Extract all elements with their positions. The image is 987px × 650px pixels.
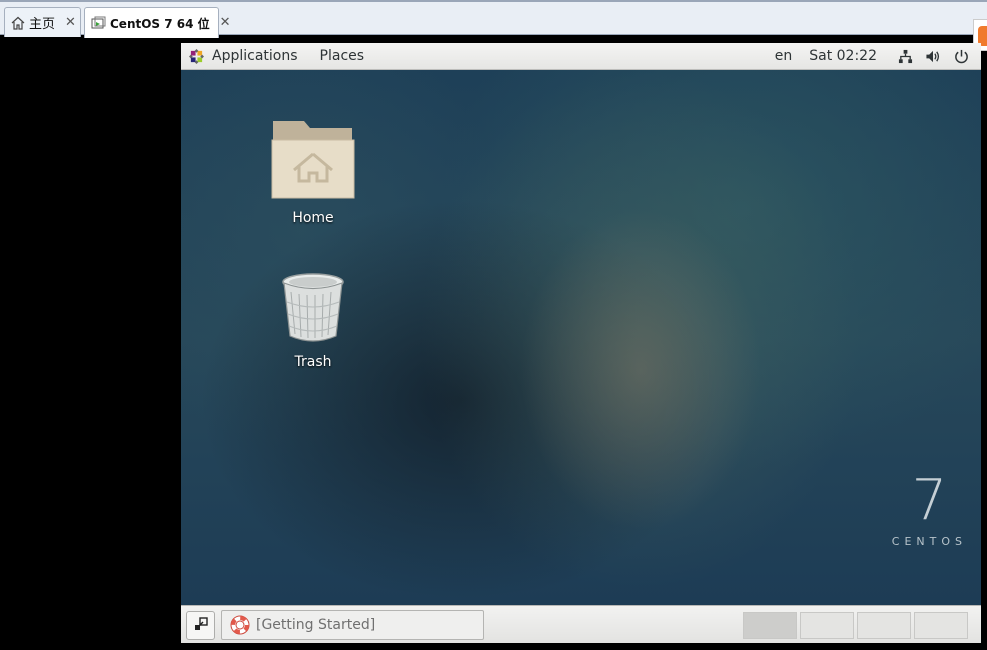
- power-icon[interactable]: [953, 48, 969, 64]
- desktop-icon-home[interactable]: Home: [263, 118, 363, 226]
- workspace-4[interactable]: [914, 612, 968, 639]
- bottom-taskbar: [Getting Started]: [181, 605, 981, 643]
- trash-icon: [281, 272, 345, 348]
- desktop-icon-trash[interactable]: Trash: [263, 272, 363, 370]
- applications-label: Applications: [212, 48, 298, 64]
- show-desktop-icon: [193, 616, 209, 636]
- input-language-indicator[interactable]: en: [775, 48, 793, 64]
- home-folder-icon: [270, 118, 356, 204]
- taskbar-window-label: [Getting Started]: [256, 617, 376, 633]
- brand-version-number: 7: [911, 468, 948, 533]
- tab-home-label: 主页: [29, 17, 56, 32]
- workspace-2[interactable]: [800, 612, 854, 639]
- desktop-icon-home-label: Home: [292, 210, 334, 226]
- tab-home[interactable]: 主页 ✕: [4, 7, 81, 37]
- show-desktop-button[interactable]: [186, 611, 215, 640]
- workspace-3[interactable]: [857, 612, 911, 639]
- vm-icon: [91, 15, 106, 31]
- help-lifebuoy-icon: [230, 615, 250, 635]
- home-icon: [11, 15, 25, 31]
- applications-menu[interactable]: Applications: [189, 48, 298, 64]
- close-icon[interactable]: ✕: [220, 16, 231, 29]
- volume-icon[interactable]: [925, 48, 941, 64]
- desktop-icon-trash-label: Trash: [294, 354, 332, 370]
- guest-screen[interactable]: Applications Places en Sat 02:22 Home Tr…: [181, 43, 981, 643]
- workspace-1[interactable]: [743, 612, 797, 639]
- network-icon[interactable]: [897, 48, 913, 64]
- gnome-top-bar: Applications Places en Sat 02:22: [181, 43, 981, 70]
- centos-logo-icon: [189, 48, 204, 64]
- close-icon[interactable]: ✕: [65, 16, 76, 29]
- places-menu[interactable]: Places: [320, 48, 365, 64]
- vm-tab-strip: 主页 ✕ CentOS 7 64 位 ✕: [0, 0, 987, 51]
- taskbar-window-getting-started[interactable]: [Getting Started]: [221, 610, 484, 640]
- centos-brand-watermark: 7 CENTOS: [891, 468, 967, 549]
- brand-wordmark: CENTOS: [891, 535, 967, 548]
- workspace-switcher: [740, 612, 968, 639]
- tab-centos-label: CentOS 7 64 位: [110, 16, 210, 31]
- tab-centos-vm[interactable]: CentOS 7 64 位 ✕: [84, 7, 231, 38]
- clock[interactable]: Sat 02:22: [809, 48, 877, 64]
